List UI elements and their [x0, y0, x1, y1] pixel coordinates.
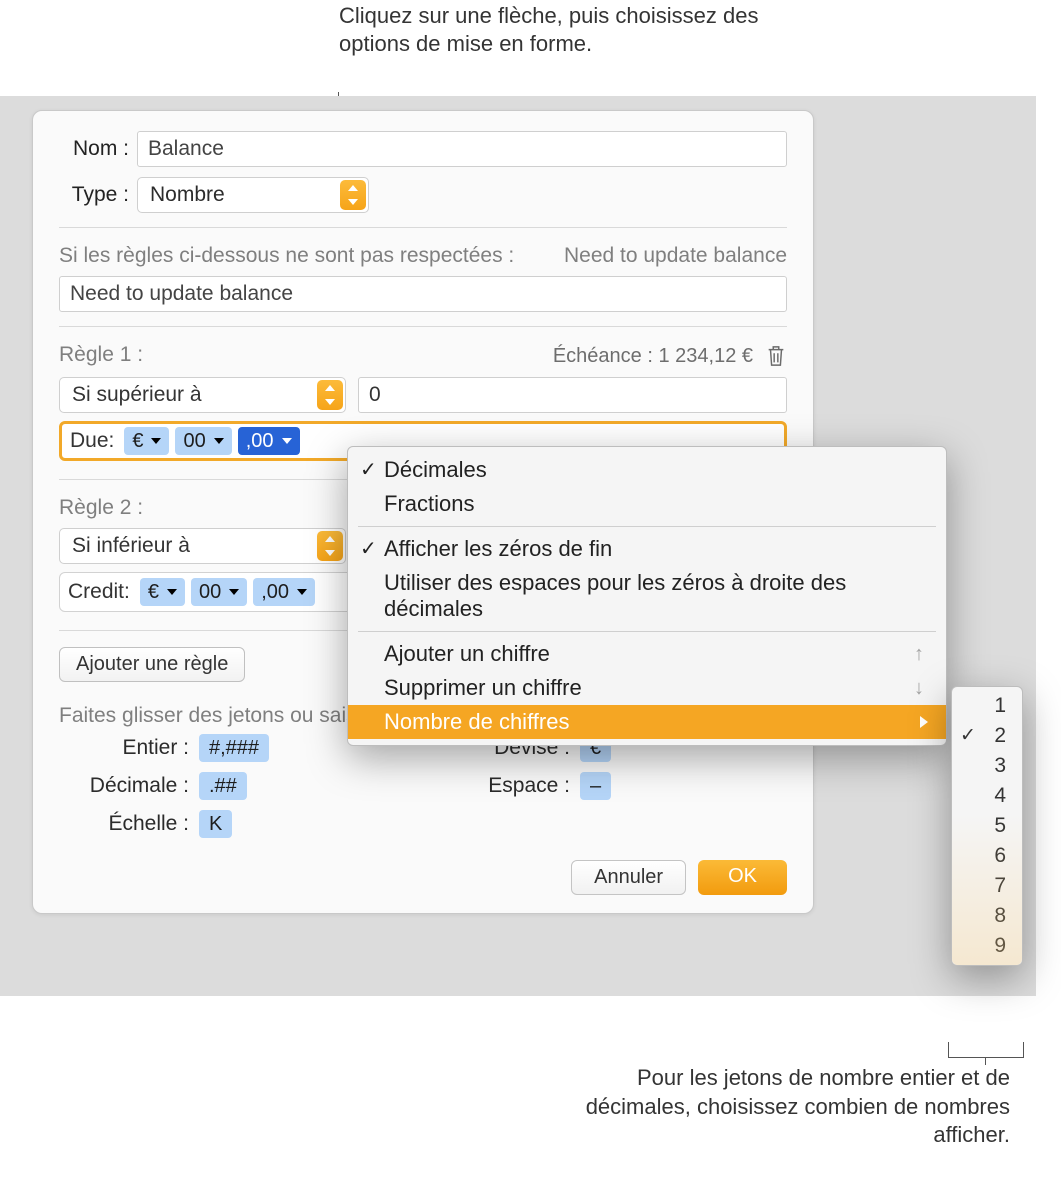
submenu-item-7[interactable]: 7 — [952, 871, 1022, 901]
submenu-item-3[interactable]: 3 — [952, 751, 1022, 781]
rule1-preview: Échéance : 1 234,12 € — [553, 345, 753, 368]
rule2-condition-select[interactable]: Si inférieur à — [59, 528, 346, 564]
submenu-item-9[interactable]: 9 — [952, 931, 1022, 961]
draggable-space-token[interactable]: – — [580, 772, 611, 800]
token-space-label: Espace : — [438, 774, 570, 798]
draggable-decimal-token[interactable]: .## — [199, 772, 247, 800]
menu-item-fractions[interactable]: Fractions — [348, 487, 946, 521]
currency-token[interactable]: € — [124, 427, 169, 455]
submenu-item-5[interactable]: 5 — [952, 811, 1022, 841]
token-text: 00 — [183, 430, 205, 453]
rule1-format-prefix: Due: — [68, 429, 118, 453]
menu-item-trailing-zeros[interactable]: Afficher les zéros de fin — [348, 532, 946, 566]
rule2-condition-value: Si inférieur à — [72, 534, 190, 558]
token-text: € — [132, 430, 143, 453]
menu-separator — [358, 631, 936, 632]
stepper-icon — [340, 180, 366, 210]
rules-preview-text: Need to update balance — [564, 244, 787, 268]
submenu-item-8[interactable]: 8 — [952, 901, 1022, 931]
token-text: € — [148, 581, 159, 604]
menu-item-add-digit[interactable]: Ajouter un chiffre — [348, 637, 946, 671]
rule2-label: Règle 2 : — [59, 496, 143, 520]
submenu-item-4[interactable]: 4 — [952, 781, 1022, 811]
stepper-icon — [317, 531, 343, 561]
add-rule-button[interactable]: Ajouter une règle — [59, 647, 245, 682]
draggable-integer-token[interactable]: #,### — [199, 734, 269, 762]
rule1-label: Règle 1 : — [59, 343, 143, 369]
integer-token[interactable]: 00 — [175, 427, 231, 455]
name-label: Nom : — [59, 137, 129, 161]
draggable-scale-token[interactable]: K — [199, 810, 232, 838]
stepper-icon — [317, 380, 343, 410]
format-options-popup: Décimales Fractions Afficher les zéros d… — [347, 446, 947, 746]
decimal-token-selected[interactable]: ,00 — [238, 427, 300, 455]
chevron-down-icon — [151, 438, 161, 444]
rule2-format-prefix: Credit: — [66, 580, 134, 604]
type-select-value: Nombre — [150, 183, 225, 207]
currency-token[interactable]: € — [140, 578, 185, 606]
decimal-token[interactable]: ,00 — [253, 578, 315, 606]
type-label: Type : — [59, 183, 129, 207]
callout-bracket — [948, 1042, 1024, 1058]
menu-separator — [358, 526, 936, 527]
submenu-item-1[interactable]: 1 — [952, 691, 1022, 721]
chevron-down-icon — [282, 438, 292, 444]
token-integer-label: Entier : — [59, 736, 189, 760]
type-select[interactable]: Nombre — [137, 177, 369, 213]
rule1-condition-value: Si supérieur à — [72, 383, 202, 407]
chevron-down-icon — [297, 589, 307, 595]
token-decimal-label: Décimale : — [59, 774, 189, 798]
ok-button[interactable]: OK — [698, 860, 787, 895]
digit-count-submenu: 1 2 3 4 5 6 7 8 9 — [951, 686, 1023, 966]
chevron-down-icon — [167, 589, 177, 595]
callout-top: Cliquez sur une flèche, puis choisissez … — [339, 2, 799, 58]
rules-intro-label: Si les règles ci-dessous ne sont pas res… — [59, 244, 514, 268]
token-text: 00 — [199, 581, 221, 604]
default-text-input[interactable]: Need to update balance — [59, 276, 787, 312]
separator — [59, 326, 787, 327]
callout-bottom: Pour les jetons de nombre entier et de d… — [570, 1064, 1010, 1150]
submenu-item-6[interactable]: 6 — [952, 841, 1022, 871]
submenu-item-2[interactable]: 2 — [952, 721, 1022, 751]
token-text: ,00 — [246, 430, 274, 453]
cancel-button[interactable]: Annuler — [571, 860, 686, 895]
rule1-value-input[interactable]: 0 — [358, 377, 787, 413]
token-scale-label: Échelle : — [59, 812, 189, 836]
trash-icon[interactable] — [765, 343, 787, 369]
separator — [59, 227, 787, 228]
token-text: ,00 — [261, 581, 289, 604]
menu-item-digit-count[interactable]: Nombre de chiffres — [348, 705, 946, 739]
menu-item-decimals[interactable]: Décimales — [348, 453, 946, 487]
menu-item-remove-digit[interactable]: Supprimer un chiffre — [348, 671, 946, 705]
chevron-down-icon — [214, 438, 224, 444]
rule1-condition-select[interactable]: Si supérieur à — [59, 377, 346, 413]
menu-item-spaces-zeros[interactable]: Utiliser des espaces pour les zéros à dr… — [348, 566, 946, 626]
integer-token[interactable]: 00 — [191, 578, 247, 606]
chevron-down-icon — [229, 589, 239, 595]
name-input[interactable]: Balance — [137, 131, 787, 167]
